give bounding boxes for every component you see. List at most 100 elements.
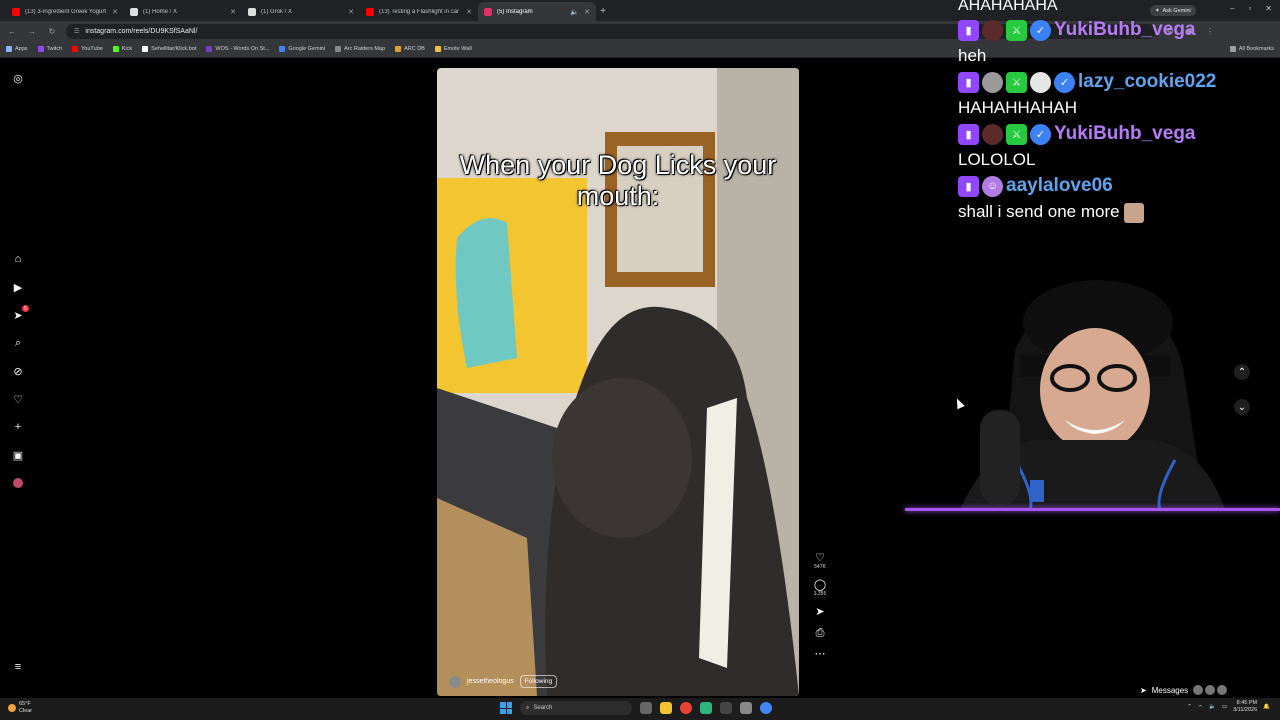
clock[interactable]: 8:45 PM 3/11/2026 [1233,700,1257,714]
comment-button[interactable]: ◯ 3,355 [814,579,827,597]
youtube-favicon-icon [366,7,374,16]
browser-tab[interactable]: (1) Home / X ✕ [124,2,242,21]
app-icon[interactable] [700,702,712,714]
tab-title: (1) Grok / X [261,8,293,15]
notifications-icon[interactable]: 🔔 [1263,704,1270,710]
explore-icon[interactable]: ⊘ [10,363,26,379]
reel-caption: When your Dog Licks your mouth: [459,150,777,211]
hat-badge-icon [1030,71,1051,93]
file-explorer-icon[interactable] [660,702,672,714]
obs-icon[interactable] [720,702,732,714]
weather-widget[interactable]: 65°F Clear [8,701,32,715]
heart-icon: ♡ [815,552,825,564]
dashboard-icon[interactable]: ▣ [10,447,26,463]
reload-icon[interactable]: ↻ [46,27,58,36]
chrome-icon[interactable] [680,702,692,714]
tab-title: (13) Testing a Flashlight in car [379,8,459,15]
streamer-webcam [905,260,1280,511]
bookmark-label: Arc Raiders Map [344,46,386,52]
user-avatar [982,19,1003,41]
clock-time: 8:45 PM [1236,700,1258,706]
browser-tab[interactable]: (1) Grok / X ✕ [242,2,360,21]
windows-start-icon[interactable] [500,702,512,714]
bookmark-label: YouTube [81,46,103,52]
following-button[interactable]: Following [519,675,558,688]
webcam-accent-bar [905,508,1280,511]
reel-video[interactable]: When your Dog Licks your mouth: jessethe… [437,68,799,696]
browser-tab-active[interactable]: (5) Instagram 🔈 ✕ [478,2,596,21]
verified-check-icon: ✓ [1030,19,1051,41]
bookmark-label: Emote Wall [443,46,472,52]
author-username[interactable]: jessetheologus [467,678,514,685]
bookmark-item[interactable]: Kick [112,46,132,52]
close-tab-icon[interactable]: ✕ [112,8,118,16]
browser-tab[interactable]: (13) Testing a Flashlight in car ✕ [360,2,478,21]
default-user-avatar-icon: ☺ [982,175,1003,197]
search-icon[interactable]: ⌕ [10,335,26,351]
close-tab-icon[interactable]: ✕ [584,8,590,16]
more-options-button[interactable]: ⋯ [815,648,826,660]
bookmark-item[interactable]: ARC DB [395,46,425,52]
share-button[interactable]: ➤ [815,606,824,618]
apps-grid-icon [6,46,12,52]
notifications-heart-icon[interactable]: ♡ [10,391,26,407]
close-tab-icon[interactable]: ✕ [230,8,236,16]
bookmark-item[interactable]: Google Gemini [279,46,325,52]
messages-icon[interactable]: ➤ 5 [10,305,29,323]
previous-reel-button[interactable]: ⌃ [1234,364,1250,380]
bookmark-item[interactable]: Arc Raiders Map [335,46,385,52]
calculator-icon[interactable] [740,702,752,714]
bookmark-item[interactable]: Apps [6,46,28,52]
close-tab-icon[interactable]: ✕ [466,8,472,16]
site-info-icon[interactable]: ☰ [74,28,79,35]
save-button[interactable]: ⎙ [816,627,825,639]
create-plus-icon[interactable]: + [10,419,26,435]
chevron-up-icon: ⌃ [1237,366,1247,378]
chat-message-header: ▮ ⚔ ✓ lazy_cookie022 [958,69,1280,95]
home-icon[interactable]: ⌂ [10,251,26,267]
forward-icon[interactable]: → [26,27,38,36]
wos-icon [206,46,213,52]
bookmark-item[interactable]: Sehellitar/Klick.bot [142,46,196,52]
taskbar-search[interactable]: ⌕ Search [520,701,632,715]
chat-username: YukiBuhb_vega [1054,123,1196,144]
bookmark-item[interactable]: WOS - Words On St... [206,46,269,52]
twitch-icon: ▮ [958,71,979,93]
like-button[interactable]: ♡ 547K [814,552,826,570]
new-tab-button[interactable]: + [596,2,610,21]
next-reel-button[interactable]: ⌄ [1234,399,1250,415]
tray-chevron-icon[interactable]: ⌃ [1187,704,1192,710]
chrome-profile-icon[interactable] [760,702,772,714]
bookmark-label: Apps [15,46,28,52]
chat-message: shall i send one more [958,199,1280,225]
verified-check-icon: ✓ [1030,123,1051,145]
tab-title: (13) 3-Ingredient Greek Yogurt [25,8,107,15]
user-avatar [982,71,1003,93]
mute-tab-icon[interactable]: 🔈 [570,8,579,16]
chat-username: aaylalove06 [1006,175,1113,196]
author-avatar[interactable] [449,675,461,688]
close-tab-icon[interactable]: ✕ [348,8,354,16]
like-count: 547K [814,564,826,570]
profile-avatar[interactable] [10,475,26,491]
chat-message-text: HAHAHHAHAH [958,98,1078,117]
moderator-sword-icon: ⚔ [1006,19,1027,41]
messages-button[interactable]: ➤ Messages [1140,683,1228,697]
network-icon[interactable]: ⌔ [1198,704,1203,711]
arc-db-icon [395,46,402,52]
bookmark-item[interactable]: Twitch [37,46,62,52]
back-icon[interactable]: ← [6,27,18,36]
battery-icon[interactable]: ▭ [1222,704,1227,710]
task-view-icon[interactable] [640,702,652,714]
more-menu-icon[interactable]: ≡ [10,659,26,675]
bookmark-label: WOS - Words On St... [215,46,270,52]
browser-tab[interactable]: (13) 3-Ingredient Greek Yogurt ✕ [6,2,124,21]
instagram-logo-icon[interactable]: ◎ [10,70,26,86]
reels-icon[interactable]: ▶ [10,279,26,295]
volume-icon[interactable]: 🔈 [1209,704,1216,710]
comment-icon: ◯ [813,579,827,591]
youtube-favicon-icon [12,7,20,16]
bookmark-item[interactable]: Emote Wall [434,46,472,52]
bookmark-item[interactable]: YouTube [72,46,103,52]
chat-message-header: ▮ ⚔ ✓ YukiBuhb_vega [958,121,1280,147]
